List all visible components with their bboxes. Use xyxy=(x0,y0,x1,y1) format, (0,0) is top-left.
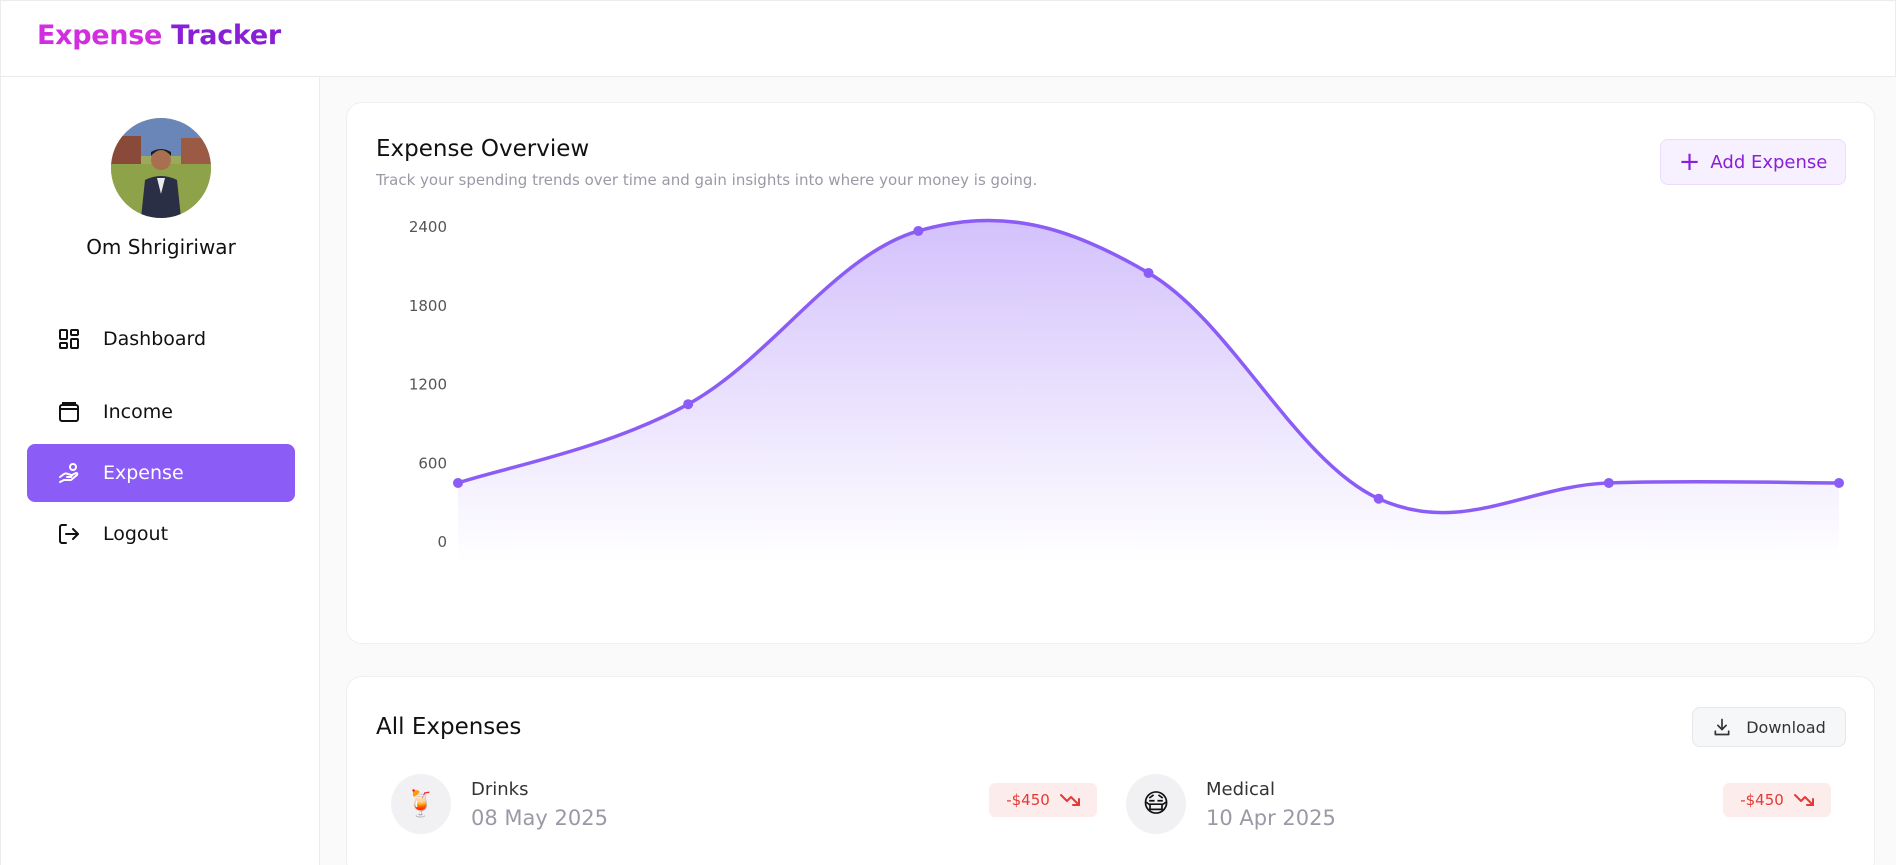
trend-down-icon xyxy=(1793,794,1814,806)
add-expense-button[interactable]: + Add Expense xyxy=(1660,139,1846,185)
logout-icon xyxy=(57,522,81,546)
plus-icon: + xyxy=(1678,147,1701,177)
app-logo[interactable]: Expense Tracker xyxy=(37,20,281,51)
overview-subtitle: Track your spending trends over time and… xyxy=(376,171,1038,189)
drink-icon: 🍹 xyxy=(391,774,451,834)
expenses-title: All Expenses xyxy=(376,714,522,740)
expense-item[interactable]: 🍹 Drinks 08 May 2025 xyxy=(391,772,608,836)
brand-part2: Tracker xyxy=(171,20,281,51)
avatar xyxy=(111,118,211,218)
top-bar: Expense Tracker xyxy=(0,0,1896,77)
sidebar-item-dashboard[interactable]: Dashboard xyxy=(27,310,295,368)
expense-item[interactable]: 😷 Medical 10 Apr 2025 xyxy=(1126,772,1336,836)
sidebar-item-income[interactable]: Income xyxy=(27,383,295,441)
chart-data-point[interactable] xyxy=(683,399,694,410)
chart-data-point[interactable] xyxy=(1143,267,1154,278)
chart-data-point[interactable] xyxy=(453,477,463,488)
add-expense-label: Add Expense xyxy=(1710,151,1828,173)
download-icon xyxy=(1714,718,1730,736)
sidebar-item-label: Logout xyxy=(103,523,169,545)
hand-coins-icon xyxy=(57,461,81,485)
download-label: Download xyxy=(1746,717,1826,737)
sidebar-item-label: Dashboard xyxy=(103,328,207,350)
sidebar: Om Shrigiriwar Dashboard Income Expense xyxy=(0,77,320,865)
sidebar-item-label: Income xyxy=(103,401,173,423)
wallet-icon xyxy=(57,400,81,424)
medical-mask-icon: 😷 xyxy=(1126,774,1186,834)
sidebar-item-label: Expense xyxy=(103,462,184,484)
dashboard-icon xyxy=(57,327,81,351)
expense-amount-badge: -$450 xyxy=(1723,783,1831,817)
expense-amount: -$450 xyxy=(1006,791,1050,809)
y-tick-label: 1200 xyxy=(409,376,447,394)
chart-data-point[interactable] xyxy=(913,225,924,236)
expense-area-chart: 0 600 1200 1800 2400 xyxy=(409,218,1844,563)
trend-down-icon xyxy=(1059,794,1080,806)
y-tick-label: 600 xyxy=(418,454,447,472)
overview-title: Expense Overview xyxy=(376,136,590,162)
chart-data-point[interactable] xyxy=(1603,477,1614,488)
y-tick-label: 1800 xyxy=(409,297,447,315)
y-tick-label: 0 xyxy=(437,533,447,551)
expense-name: Drinks xyxy=(471,778,529,800)
expense-date: 08 May 2025 xyxy=(471,805,608,830)
brand-part1: Expense xyxy=(37,20,163,51)
expense-name: Medical xyxy=(1206,778,1275,800)
download-button[interactable]: Download xyxy=(1692,707,1846,747)
user-name: Om Shrigiriwar xyxy=(86,235,236,259)
expense-amount-badge: -$450 xyxy=(989,783,1097,817)
y-tick-label: 2400 xyxy=(409,218,447,236)
sidebar-item-expense[interactable]: Expense xyxy=(27,444,295,502)
chart-data-point[interactable] xyxy=(1834,477,1844,488)
all-expenses-card: All Expenses Download 🍹 Drinks 08 May 20… xyxy=(346,676,1875,865)
expense-date: 10 Apr 2025 xyxy=(1206,805,1336,830)
expense-overview-card: Expense Overview Track your spending tre… xyxy=(346,102,1875,644)
chart-data-point[interactable] xyxy=(1373,493,1384,504)
sidebar-item-logout[interactable]: Logout xyxy=(27,505,295,563)
expense-amount: -$450 xyxy=(1740,791,1784,809)
